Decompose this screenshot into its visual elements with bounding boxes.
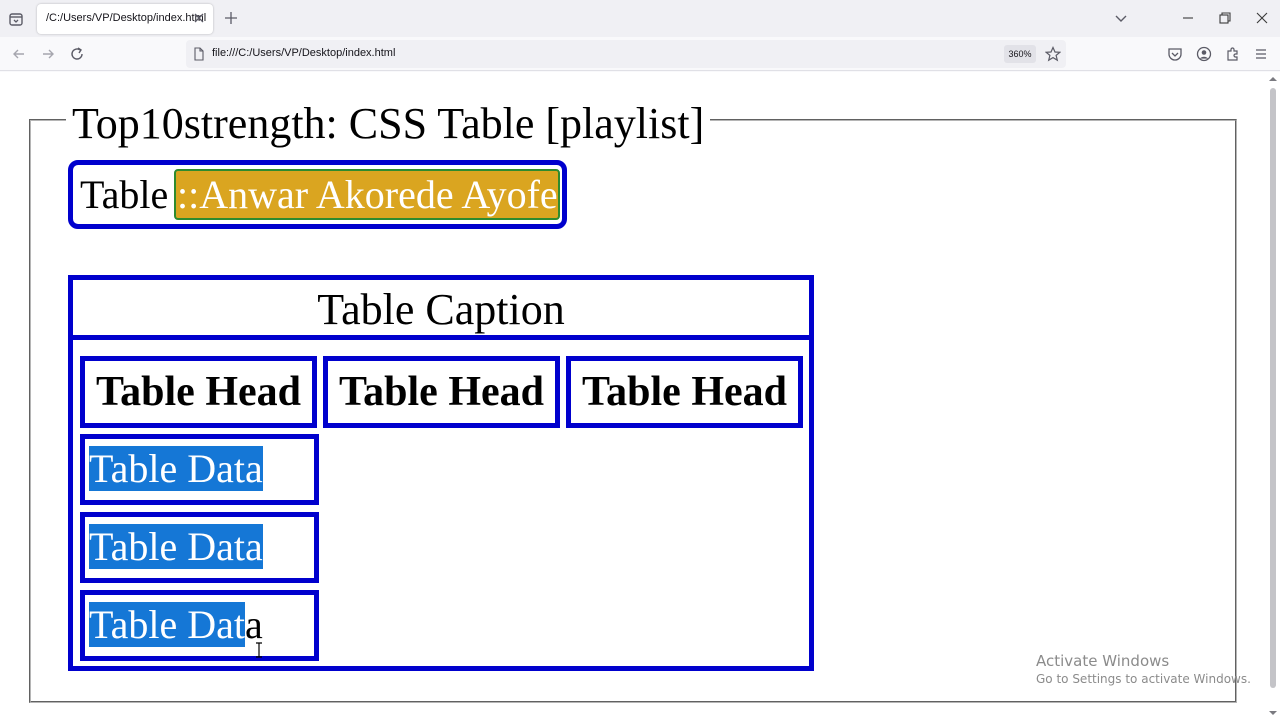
fieldset-legend: Top10strength: CSS Table [playlist] [66,98,711,150]
author-label: Table [80,172,169,217]
back-icon[interactable] [11,46,27,62]
scroll-down-icon[interactable] [1269,709,1277,717]
scrollbar-thumb[interactable] [1270,88,1276,688]
bookmark-star-icon[interactable] [1045,46,1061,62]
reload-icon[interactable] [69,46,85,62]
address-bar[interactable]: file:///C:/Users/VP/Desktop/index.html 3… [186,40,1066,68]
table-data-cell: Table Data [80,590,319,661]
url-text[interactable]: file:///C:/Users/VP/Desktop/index.html [212,47,395,59]
zoom-indicator[interactable]: 360% [1004,45,1036,63]
tab-strip: /C:/Users/VP/Desktop/index.html [0,0,1280,37]
minimize-icon[interactable] [1180,10,1196,26]
watermark-subtitle: Go to Settings to activate Windows. [1036,672,1251,686]
table-header-cell: Table Head [323,356,560,428]
author-name-badge: ::Anwar Akorede Ayofe [174,169,560,220]
table-header-cell: Table Head [80,356,317,428]
close-tab-icon[interactable] [192,11,206,25]
tab-list-icon[interactable] [6,9,26,29]
active-tab[interactable]: /C:/Users/VP/Desktop/index.html [37,4,213,34]
navigation-toolbar: file:///C:/Users/VP/Desktop/index.html 3… [0,37,1280,71]
page-content: Top10strength: CSS Table [playlist] Tabl… [0,72,1280,720]
table-header-cell: Table Head [566,356,803,428]
extensions-icon[interactable] [1225,46,1241,62]
close-window-icon[interactable] [1254,10,1270,26]
watermark-title: Activate Windows [1036,652,1170,670]
table-data-cell: Table Data [80,512,319,583]
author-name: ::Anwar Akorede Ayofe [177,172,558,217]
menu-icon[interactable] [1253,46,1269,62]
data-table: Table Caption Table Head Table Head Tabl… [68,275,814,671]
cell-text: Table Data [89,523,263,571]
activate-windows-watermark: Activate Windows Go to Settings to activ… [1036,652,1251,688]
selected-text: Table Dat [89,602,246,647]
selected-text: Table Data [89,446,263,491]
account-icon[interactable] [1196,46,1212,62]
cell-text: Table Data [89,445,263,493]
unselected-text: a [245,602,263,647]
scroll-up-icon[interactable] [1269,75,1277,83]
vertical-scrollbar[interactable] [1266,72,1280,720]
table-data-cell: Table Data [80,434,319,505]
pocket-icon[interactable] [1167,46,1183,62]
tab-title: /C:/Users/VP/Desktop/index.html [46,12,207,24]
page-icon [194,47,204,61]
cell-text: Table Data [89,601,263,649]
selected-text: Table Data [89,524,263,569]
list-all-tabs-icon[interactable] [1113,10,1129,26]
new-tab-icon[interactable] [223,10,239,26]
forward-icon[interactable] [40,46,56,62]
author-box: Table ::Anwar Akorede Ayofe [68,160,567,229]
restore-icon[interactable] [1217,10,1233,26]
text-cursor-icon [256,642,262,658]
table-caption: Table Caption [73,280,809,340]
